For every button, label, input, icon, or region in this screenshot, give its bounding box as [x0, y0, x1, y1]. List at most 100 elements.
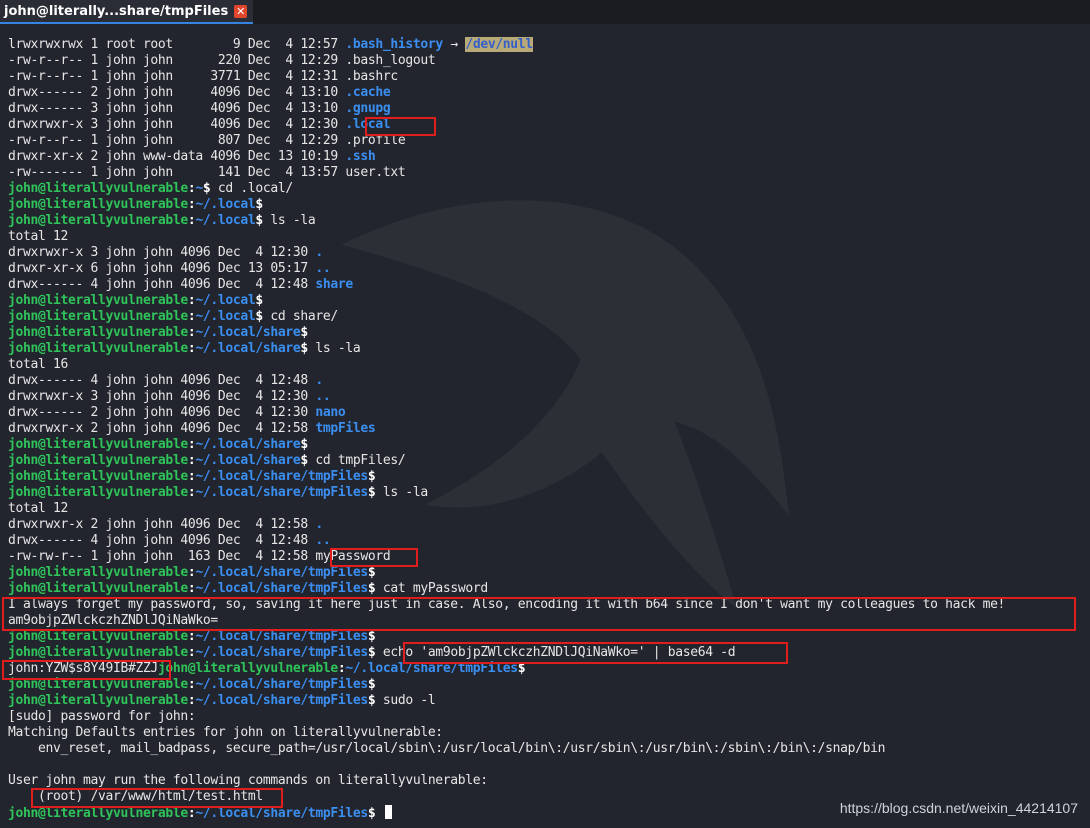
highlighted-filename: .. — [315, 389, 331, 404]
highlighted-filename: .local — [345, 117, 391, 132]
output-line: drwxrwxr-x 2 john john 4096 Dec 4 12:58 … — [8, 517, 1088, 533]
prompt-path: ~/.local/share/tmpFiles — [195, 565, 368, 580]
command-text: ls -la — [262, 213, 316, 228]
prompt-dollar: $ — [367, 629, 376, 644]
output-line: total 16 — [8, 357, 1088, 373]
highlighted-filename: .. — [315, 533, 331, 548]
prompt-user-host: john@literallyvulnerable — [8, 581, 188, 596]
highlighted-filename: .. — [315, 261, 331, 276]
prompt-user-host: john@literallyvulnerable — [8, 437, 188, 452]
prompt-path: ~/.local/share/tmpFiles — [195, 677, 368, 692]
command-text: ls -la — [375, 485, 428, 500]
output-line: User john may run the following commands… — [8, 773, 1088, 789]
prompt-line: john@literallyvulnerable:~/.local/share/… — [8, 485, 1088, 501]
prompt-path: ~/.local/share/tmpFiles — [195, 581, 368, 596]
prompt-path: ~/.local/share — [195, 341, 301, 356]
watermark-url: https://blog.csdn.net/weixin_44214107 — [839, 800, 1078, 816]
output-line: lrwxrwxrwx 1 root root 9 Dec 4 12:57 .ba… — [8, 37, 1088, 53]
prompt-line: john@literallyvulnerable:~/.local/share/… — [8, 693, 1088, 709]
output-line: drwx------ 2 john john 4096 Dec 4 12:30 … — [8, 405, 1088, 421]
output-line: total 12 — [8, 229, 1088, 245]
prompt-line: john@literallyvulnerable:~/.local$ cd sh… — [8, 309, 1088, 325]
prompt-path: ~/.local/share/tmpFiles — [195, 485, 368, 500]
close-icon[interactable]: ✕ — [234, 4, 248, 18]
highlighted-filename: .ssh — [345, 149, 376, 164]
prompt-dollar: $ — [255, 293, 263, 308]
output-text: User john may run the following commands… — [8, 773, 488, 788]
prompt-dollar: $ — [255, 213, 263, 228]
prompt-path: ~/.local/share — [195, 325, 301, 340]
prompt-line: john:YZW$s8Y49IB#ZZJjohn@literallyvulner… — [8, 661, 1088, 677]
highlighted-filename: .bash_history — [345, 37, 443, 52]
prompt-dollar: $ — [367, 469, 376, 484]
prompt-path: ~/.local — [195, 293, 256, 308]
output-line: drwxrwxr-x 2 john john 4096 Dec 4 12:58 … — [8, 421, 1088, 437]
prompt-path: ~/.local — [195, 309, 256, 324]
highlighted-filename: nano — [315, 405, 346, 420]
output-text: drwxrwxr-x 2 john john 4096 Dec 4 12:58 — [8, 421, 316, 436]
output-text: Matching Defaults entries for john on li… — [8, 725, 443, 740]
prompt-user-host: john@literallyvulnerable — [8, 629, 188, 644]
prompt-user-host: john@literallyvulnerable — [8, 453, 188, 468]
prompt-line: john@literallyvulnerable:~/.local/share$… — [8, 453, 1088, 469]
output-line: drwxr-xr-x 2 john www-data 4096 Dec 13 1… — [8, 149, 1088, 165]
prompt-line: john@literallyvulnerable:~/.local/share$ — [8, 437, 1088, 453]
command-text: echo 'am9objpZWlckczhZNDlJQiNaWko=' | ba… — [375, 645, 736, 660]
output-line: Matching Defaults entries for john on li… — [8, 725, 1088, 741]
output-text: -rw------- 1 john john 141 Dec 4 13:57 u… — [8, 165, 406, 180]
output-text: drwxrwxr-x 3 john john 4096 Dec 4 12:30 — [8, 117, 346, 132]
prompt-path: ~/.local/share/tmpFiles — [195, 469, 368, 484]
prompt-dollar: $ — [300, 453, 308, 468]
prompt-line: john@literallyvulnerable:~/.local/share$ — [8, 325, 1088, 341]
prompt-user-host: john@literallyvulnerable — [8, 309, 188, 324]
output-text: lrwxrwxrwx 1 root root 9 Dec 4 12:57 — [8, 37, 346, 52]
highlighted-filename: . — [315, 517, 323, 532]
command-text: sudo -l — [375, 693, 436, 708]
tab-bar: john@literally...share/tmpFiles ✕ — [0, 0, 1090, 24]
prompt-line: john@literallyvulnerable:~/.local$ ls -l… — [8, 213, 1088, 229]
highlighted-filename: /dev/null — [465, 37, 533, 52]
prompt-dollar: $ — [367, 565, 376, 580]
terminal-tab[interactable]: john@literally...share/tmpFiles ✕ — [0, 0, 254, 24]
output-text: drwx------ 4 john john 4096 Dec 4 12:48 — [8, 373, 316, 388]
prompt-dollar: $ — [255, 309, 263, 324]
prompt-path: ~/.local — [195, 197, 256, 212]
output-text: drwxr-xr-x 6 john john 4096 Dec 13 05:17 — [8, 261, 316, 276]
prompt-path: ~/.local/share/tmpFiles — [195, 693, 368, 708]
decoded-output: john:YZW$s8Y49IB#ZZJ — [8, 661, 158, 676]
text-cursor — [384, 805, 392, 819]
command-text: cd share/ — [262, 309, 338, 324]
prompt-path: ~/.local/share/tmpFiles — [345, 661, 518, 676]
output-line: [sudo] password for john: — [8, 709, 1088, 725]
output-text: drwxr-xr-x 2 john www-data 4096 Dec 13 1… — [8, 149, 346, 164]
output-text: → — [442, 37, 466, 52]
command-text: cd .local/ — [210, 181, 293, 196]
output-line: I always forget my password, so, saving … — [8, 597, 1088, 613]
output-line: am9objpZWlckczhZNDlJQiNaWko= — [8, 613, 1088, 629]
prompt-path: ~/.local — [195, 213, 256, 228]
highlighted-filename: .cache — [345, 85, 391, 100]
prompt-user-host: john@literallyvulnerable — [8, 485, 188, 500]
prompt-user-host: john@literallyvulnerable — [8, 677, 188, 692]
output-text: total 16 — [8, 357, 68, 372]
output-line: -rw-rw-r-- 1 john john 163 Dec 4 12:58 m… — [8, 549, 1088, 565]
prompt-line: john@literallyvulnerable:~/.local/share/… — [8, 677, 1088, 693]
prompt-user-host: john@literallyvulnerable — [8, 181, 188, 196]
output-text: (root) /var/www/html/test.html — [8, 789, 263, 804]
prompt-user-host: john@literallyvulnerable — [157, 661, 338, 676]
prompt-line: john@literallyvulnerable:~/.local/share/… — [8, 565, 1088, 581]
output-text: drwx------ 4 john john 4096 Dec 4 12:48 — [8, 533, 316, 548]
output-line: drwx------ 4 john john 4096 Dec 4 12:48 … — [8, 277, 1088, 293]
prompt-path: ~/.local/share — [195, 437, 301, 452]
output-text: I always forget my password, so, saving … — [8, 597, 1006, 612]
output-line: env_reset, mail_badpass, secure_path=/us… — [8, 741, 1088, 757]
prompt-user-host: john@literallyvulnerable — [8, 293, 188, 308]
prompt-path: ~ — [195, 181, 203, 196]
output-text: env_reset, mail_badpass, secure_path=/us… — [8, 741, 886, 756]
prompt-user-host: john@literallyvulnerable — [8, 325, 188, 340]
output-line: total 12 — [8, 501, 1088, 517]
terminal-output[interactable]: lrwxrwxrwx 1 root root 9 Dec 4 12:57 .ba… — [8, 37, 1088, 821]
prompt-line: john@literallyvulnerable:~/.local/share/… — [8, 581, 1088, 597]
output-text: -rw-r--r-- 1 john john 3771 Dec 4 12:31 … — [8, 69, 398, 84]
